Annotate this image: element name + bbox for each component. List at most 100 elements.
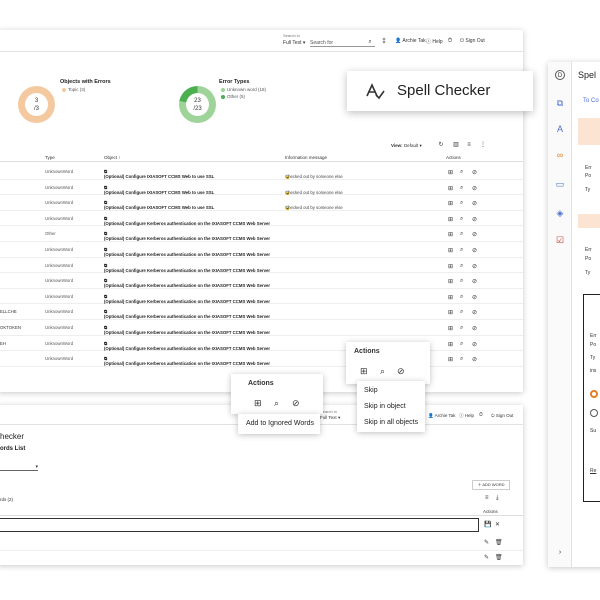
search-replace-icon[interactable]: ⌕: [460, 216, 463, 223]
add-ignore-icon[interactable]: ⊞: [448, 169, 453, 176]
save-icon[interactable]: 💾: [484, 521, 491, 528]
add-ignore-icon[interactable]: ⊞: [448, 185, 453, 192]
row-object[interactable]: (Optional) Configure IXIASOFT CCMS Web t…: [104, 169, 214, 179]
add-word-button[interactable]: ＋ ADD WORD: [472, 480, 510, 490]
search-replace-icon[interactable]: ⌕: [460, 200, 463, 207]
skip-icon[interactable]: ⊘: [472, 309, 477, 316]
search-replace-icon[interactable]: ⌕: [460, 341, 463, 348]
edit-icon[interactable]: ✎: [484, 554, 489, 561]
table-row[interactable]: OKTOKEN UnknownWord (Optional) Configure K…: [0, 320, 523, 336]
table-row[interactable]: UnknownWord (Optional) Configure Kerberos…: [0, 242, 523, 258]
option-radio[interactable]: [590, 390, 598, 398]
table-row[interactable]: EH UnknownWord (Optional) Configure Kerber…: [0, 336, 523, 352]
skip-icon[interactable]: ⊘: [472, 278, 477, 285]
search-replace-icon[interactable]: ⌕: [460, 263, 463, 270]
table-row[interactable]: UnknownWord (Optional) Configure Kerberos…: [0, 211, 523, 227]
refresh-icon[interactable]: ↻: [438, 142, 444, 148]
search-replace-icon[interactable]: ⌕: [460, 185, 463, 192]
view-selector[interactable]: View: Default ▾: [391, 143, 422, 149]
settings-icon[interactable]: ⁑: [381, 39, 387, 45]
row-object[interactable]: (Optional) Configure Kerberos authentica…: [104, 356, 270, 366]
col-info[interactable]: Information message: [285, 155, 327, 160]
filter-icon[interactable]: ≡: [485, 495, 489, 501]
row-object[interactable]: (Optional) Configure Kerberos authentica…: [104, 325, 270, 335]
skip-icon[interactable]: ⊘: [472, 356, 477, 363]
search-replace-icon[interactable]: ⌕: [460, 325, 463, 332]
search-scope-select[interactable]: Full Text ▾: [283, 40, 305, 46]
add-ignore-icon[interactable]: ⊞: [448, 263, 453, 270]
chevron-right-icon[interactable]: ›: [555, 548, 565, 558]
skip-icon[interactable]: ⊘: [472, 216, 477, 223]
skip-icon[interactable]: ⊘: [472, 247, 477, 254]
skip-icon[interactable]: ⊘: [472, 325, 477, 332]
add-ignore-icon[interactable]: ⊞: [448, 247, 453, 254]
download-icon[interactable]: ⤓: [496, 495, 499, 502]
row-object[interactable]: (Optional) Configure Kerberos authentica…: [104, 263, 270, 273]
add-ignore-icon[interactable]: ⊞: [360, 366, 368, 377]
edit-icon[interactable]: ✎: [484, 539, 489, 546]
search-replace-icon[interactable]: ⌕: [460, 278, 463, 285]
row-object[interactable]: (Optional) Configure IXIASOFT CCMS Web t…: [104, 200, 214, 210]
row-object[interactable]: (Optional) Configure Kerberos authentica…: [104, 278, 270, 288]
row-object[interactable]: (Optional) Configure Kerberos authentica…: [104, 247, 270, 257]
search-input[interactable]: Search for: [310, 40, 375, 47]
dita-icon[interactable]: D: [555, 70, 565, 80]
word-edit-input[interactable]: [0, 518, 479, 532]
table-row[interactable]: Other (Optional) Configure Kerberos authe…: [0, 226, 523, 242]
search-replace-icon[interactable]: ⌕: [460, 169, 463, 176]
row-object[interactable]: (Optional) Configure Kerberos authentica…: [104, 294, 270, 304]
cancel-icon[interactable]: ✕: [495, 521, 500, 528]
sign-out-link[interactable]: ⏻ Sign Out: [460, 38, 485, 44]
skip-icon[interactable]: ⊘: [472, 185, 477, 192]
map-icon[interactable]: ⧉: [555, 98, 565, 108]
skip-icon[interactable]: ⊘: [472, 200, 477, 207]
delete-icon[interactable]: 🗑: [495, 539, 503, 546]
search-scope-select[interactable]: Full Text ▾: [320, 415, 340, 421]
link-icon[interactable]: ∞: [555, 150, 565, 160]
search-replace-icon[interactable]: ⌕: [460, 231, 463, 238]
skip-icon[interactable]: ⊘: [472, 263, 477, 270]
skip-icon[interactable]: ⊘: [292, 398, 300, 409]
more-icon[interactable]: ⋮: [480, 142, 486, 148]
add-ignore-icon[interactable]: ⊞: [448, 231, 453, 238]
table-row[interactable]: UnknownWord (Optional) Configure IXIASOFT…: [0, 180, 523, 196]
error-card-2[interactable]: [578, 214, 600, 228]
search-replace-icon[interactable]: ⌕: [380, 366, 385, 377]
add-ignore-icon[interactable]: ⊞: [448, 309, 453, 316]
search-replace-icon[interactable]: ⌕: [274, 398, 279, 409]
help-link[interactable]: ⓘ Help: [459, 413, 474, 419]
checklist-icon[interactable]: ☑: [555, 235, 565, 245]
table-row[interactable]: UnknownWord (Optional) Configure IXIASOFT…: [0, 195, 523, 211]
add-ignore-icon[interactable]: ⊞: [254, 398, 262, 409]
table-row[interactable]: ELLCHE UnknownWord (Optional) Configure Ke…: [0, 304, 523, 320]
table-row[interactable]: UnknownWord (Optional) Configure Kerberos…: [0, 273, 523, 289]
col-type[interactable]: Type: [45, 155, 55, 160]
skip-icon[interactable]: ⊘: [472, 231, 477, 238]
skip-icon[interactable]: ⊘: [472, 294, 477, 301]
search-replace-icon[interactable]: ⌕: [460, 356, 463, 363]
comment-icon[interactable]: ▭: [555, 179, 565, 189]
timer-icon[interactable]: ⏱: [479, 412, 483, 418]
add-ignore-icon[interactable]: ⊞: [448, 325, 453, 332]
search-replace-icon[interactable]: ⌕: [460, 247, 463, 254]
add-to-ignored-words[interactable]: Add to Ignored Words: [246, 420, 314, 427]
row-object[interactable]: (Optional) Configure Kerberos authentica…: [104, 309, 270, 319]
spell-check-icon[interactable]: A: [555, 124, 565, 134]
delete-icon[interactable]: 🗑: [495, 554, 503, 561]
search-replace-icon[interactable]: ⌕: [460, 309, 463, 316]
replace-link[interactable]: Re: [590, 468, 596, 474]
add-ignore-icon[interactable]: ⊞: [448, 341, 453, 348]
row-object[interactable]: (Optional) Configure Kerberos authentica…: [104, 341, 270, 351]
skip-option[interactable]: Skip: [364, 387, 378, 394]
skip-icon[interactable]: ⊘: [397, 366, 405, 377]
add-ignore-icon[interactable]: ⊞: [448, 356, 453, 363]
table-row[interactable]: UnknownWord (Optional) Configure IXIASOFT…: [0, 164, 523, 180]
tag-icon[interactable]: ◈: [555, 208, 565, 218]
selected-error-card[interactable]: Err Po Ty ins Su Re: [583, 294, 600, 502]
timer-icon[interactable]: ⏱: [447, 38, 453, 44]
add-ignore-icon[interactable]: ⊞: [448, 200, 453, 207]
add-ignore-icon[interactable]: ⊞: [448, 294, 453, 301]
col-object[interactable]: Object ↑: [104, 155, 121, 160]
table-row[interactable]: UnknownWord (Optional) Configure Kerberos…: [0, 289, 523, 305]
row-object[interactable]: (Optional) Configure Kerberos authentica…: [104, 231, 270, 241]
